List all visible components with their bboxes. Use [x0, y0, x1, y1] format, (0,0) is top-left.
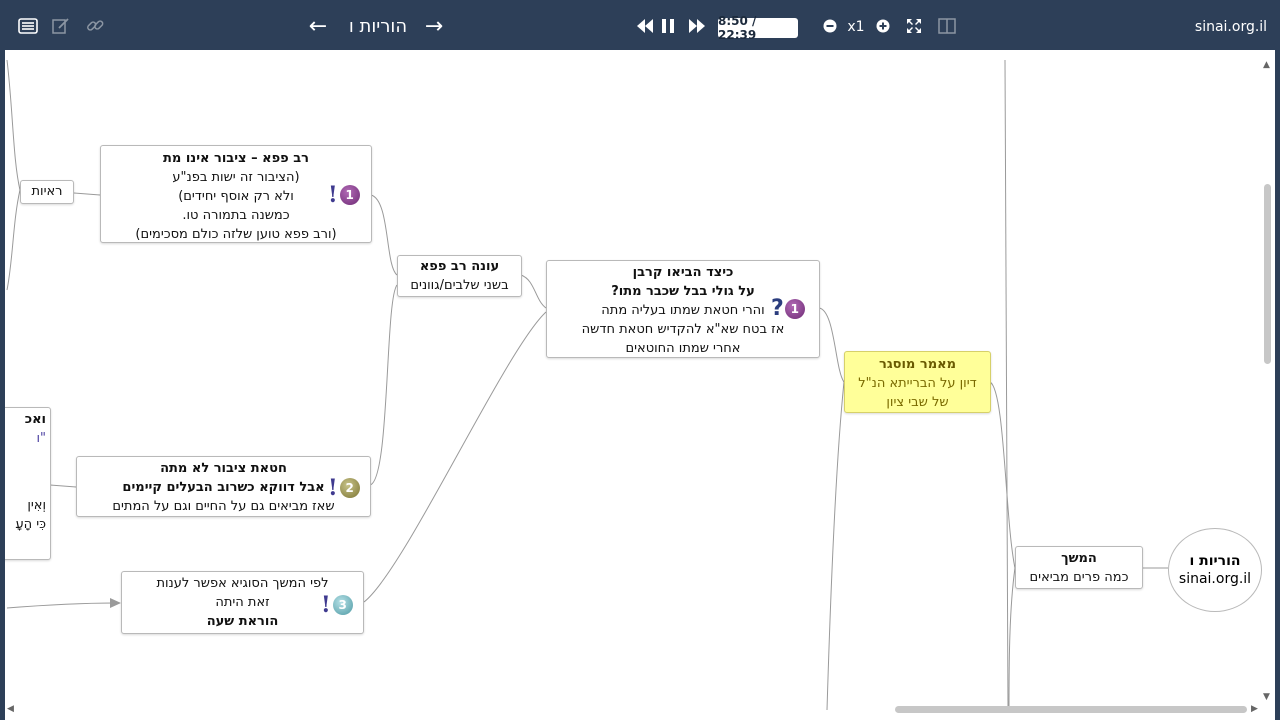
scroll-down-icon[interactable]: ▼ — [1263, 692, 1270, 702]
node-line: ואכ — [24, 412, 46, 427]
node-line: כמשנה בתמורה טו. — [182, 208, 290, 223]
speed-indicator[interactable]: x1 — [846, 17, 866, 37]
zoom-out-icon[interactable] — [818, 14, 842, 38]
horizontal-scroll-thumb[interactable] — [895, 706, 1247, 713]
node-maamar-musgar[interactable]: מאמר מוסגר דיון על הברייתא הנ"ל של שבי צ… — [844, 351, 991, 413]
node-label: ראיות — [31, 184, 63, 199]
player-toolbar: ← הוריות ו → 8:50 / 22:39 x1 sinai.org.i… — [0, 0, 1280, 52]
question-marker: ? 1 — [771, 296, 805, 321]
split-view-icon[interactable] — [935, 14, 959, 38]
node-title: המשך — [1061, 551, 1097, 566]
mindmap-canvas: ראיות רב פפא – ציבור אינו מת (הציבור זה … — [5, 50, 1275, 720]
priority-marker: ! 1 — [328, 182, 360, 208]
chapter-title: הוריות ו — [348, 15, 408, 37]
node-line: אז בטח שא"א להקדיש חטאת חדשה — [581, 322, 785, 337]
pause-icon[interactable] — [656, 14, 680, 38]
node-line: וְאִין — [27, 498, 46, 513]
scroll-right-icon[interactable]: ▶ — [1251, 704, 1258, 714]
priority-2-icon: 2 — [339, 478, 360, 498]
list-icon[interactable] — [16, 14, 40, 38]
fullscreen-icon[interactable] — [902, 14, 926, 38]
node-line: בשני שלבים/גוונים — [410, 278, 509, 293]
node-line: אחרי שמתו החוטאים — [625, 341, 741, 356]
zoom-in-icon[interactable] — [871, 14, 895, 38]
node-title: עונה רב פפא — [419, 259, 500, 274]
fast-forward-icon[interactable] — [685, 14, 709, 38]
node-chatat-tzibur[interactable]: חטאת ציבור לא מתה אבל דווקא כשרוב הבעלים… — [76, 456, 371, 517]
node-raayot[interactable]: ראיות — [20, 180, 74, 204]
node-line: (ורב פפא טוען שלזה כולם מסכימים) — [135, 227, 337, 242]
exclamation-icon: ! — [328, 475, 338, 501]
root-title: הוריות ו — [1189, 553, 1241, 569]
priority-marker: ! 2 — [328, 475, 360, 501]
rewind-icon[interactable] — [633, 14, 657, 38]
site-link[interactable]: sinai.org.il — [1194, 16, 1268, 38]
node-oneh-rav-papa[interactable]: עונה רב פפא בשני שלבים/גוונים — [397, 255, 522, 297]
node-line: שאז מביאים גם על החיים וגם על המתים — [112, 499, 335, 514]
node-title: כיצד הביאו קרבן — [632, 265, 734, 280]
edit-icon[interactable] — [49, 14, 73, 38]
question-mark-icon: ? — [771, 296, 784, 321]
node-line: דיון על הברייתא הנ"ל — [858, 376, 977, 391]
link-icon[interactable] — [83, 14, 107, 38]
next-chapter-button[interactable]: → — [420, 13, 448, 39]
horizontal-scrollbar[interactable]: ◀ ▶ — [5, 703, 1265, 715]
vertical-scrollbar[interactable]: ▲ ▼ — [1262, 60, 1272, 705]
priority-1-icon: 1 — [339, 185, 360, 205]
exclamation-icon: ! — [321, 592, 331, 618]
priority-1-icon: 1 — [784, 298, 805, 319]
previous-chapter-button[interactable]: ← — [304, 13, 332, 39]
node-line: כִּי הָעָ — [15, 517, 46, 532]
node-line: של שבי ציון — [886, 395, 949, 410]
node-title-2: אבל דווקא כשרוב הבעלים קיימים — [122, 480, 325, 495]
priority-3-icon: 3 — [332, 595, 353, 615]
scroll-up-icon[interactable]: ▲ — [1263, 60, 1270, 70]
node-title: חטאת ציבור לא מתה — [160, 461, 287, 476]
node-line: לפי המשך הסוגיא אפשר לענות — [156, 576, 329, 591]
node-title: מאמר מוסגר — [879, 357, 956, 372]
exclamation-icon: ! — [328, 182, 338, 208]
node-line: "ו — [36, 431, 46, 446]
node-hemshech[interactable]: המשך כמה פרים מביאים — [1015, 546, 1143, 589]
root-node[interactable]: הוריות ו sinai.org.il — [1168, 528, 1262, 612]
playback-time: 8:50 / 22:39 — [718, 14, 798, 42]
node-line: כמה פרים מביאים — [1029, 570, 1129, 585]
node-partial-left[interactable]: ואכ "ו וְאִין כִּי הָעָ — [5, 407, 51, 560]
scroll-left-icon[interactable]: ◀ — [7, 704, 14, 714]
node-title: רב פפא – ציבור אינו מת — [163, 151, 309, 166]
vertical-scroll-thumb[interactable] — [1264, 184, 1271, 364]
root-site: sinai.org.il — [1178, 571, 1252, 587]
priority-marker: ! 3 — [321, 592, 353, 618]
